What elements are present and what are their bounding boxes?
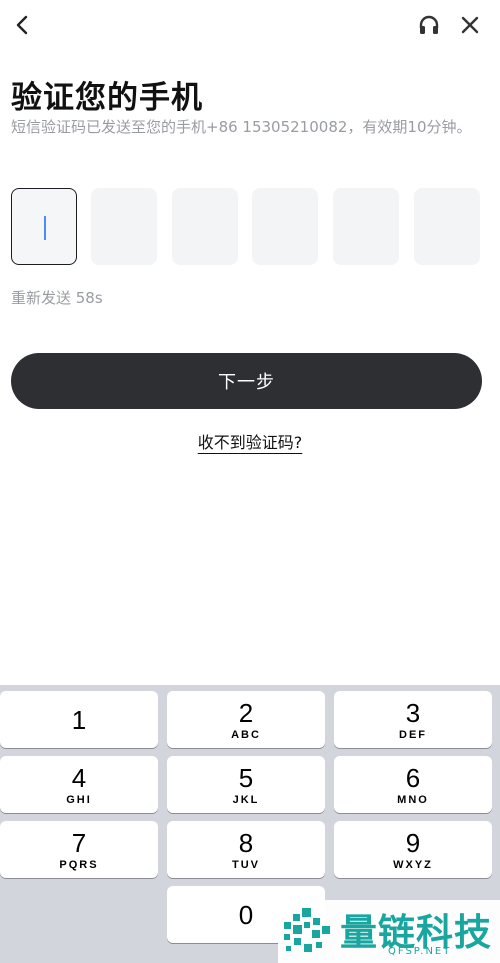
key-8[interactable]: 8 TUV xyxy=(167,821,325,878)
code-digit-box-3[interactable] xyxy=(172,188,238,265)
headset-icon xyxy=(419,15,439,34)
help-link-container: 收不到验证码? xyxy=(0,429,500,453)
customer-support-button[interactable] xyxy=(414,10,444,40)
watermark-emblem-icon xyxy=(284,908,330,952)
key-3[interactable]: 3 DEF xyxy=(334,691,492,748)
key-4[interactable]: 4 GHI xyxy=(0,756,158,813)
code-digit-box-4[interactable] xyxy=(252,188,318,265)
key-7[interactable]: 7 PQRS xyxy=(0,821,158,878)
text-caret xyxy=(44,216,46,240)
watermark-logo: 量链科技 QFSP.NET xyxy=(278,900,500,963)
code-digit-box-6[interactable] xyxy=(414,188,480,265)
verification-code-input[interactable] xyxy=(11,188,481,267)
next-button[interactable]: 下一步 xyxy=(11,353,482,409)
key-9[interactable]: 9 WXYZ xyxy=(334,821,492,878)
page-title: 验证您的手机 xyxy=(11,80,203,116)
code-digit-box-1[interactable] xyxy=(11,188,77,265)
chevron-left-icon xyxy=(16,15,28,35)
code-digit-box-5[interactable] xyxy=(333,188,399,265)
close-icon xyxy=(461,16,479,34)
key-2[interactable]: 2 ABC xyxy=(167,691,325,748)
page-description: 短信验证码已发送至您的手机+86 15305210082，有效期10分钟。 xyxy=(11,118,472,136)
key-5[interactable]: 5 JKL xyxy=(167,756,325,813)
watermark-site: QFSP.NET xyxy=(388,946,452,957)
key-6[interactable]: 6 MNO xyxy=(334,756,492,813)
no-code-received-link[interactable]: 收不到验证码? xyxy=(198,433,303,452)
resend-countdown: 重新发送 58s xyxy=(11,289,103,307)
close-button[interactable] xyxy=(455,10,485,40)
key-1[interactable]: 1 xyxy=(0,691,158,748)
code-digit-box-2[interactable] xyxy=(91,188,157,265)
back-button[interactable] xyxy=(8,10,36,40)
top-bar xyxy=(0,0,500,52)
